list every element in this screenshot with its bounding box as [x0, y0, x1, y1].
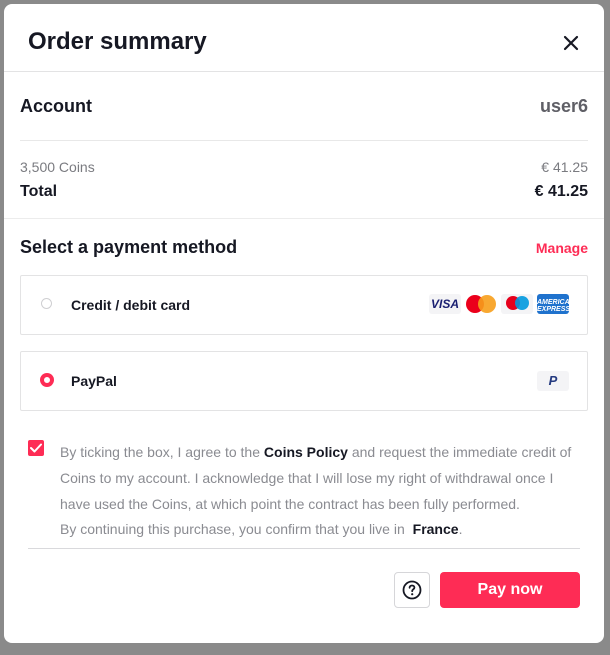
paypal-radio[interactable]	[40, 373, 54, 387]
footer-divider	[28, 548, 580, 549]
coins-policy-link[interactable]: Coins Policy	[264, 444, 348, 460]
payment-method-header: Select a payment method Manage	[20, 237, 588, 258]
country-confirmation: By continuing this purchase, you confirm…	[60, 521, 580, 537]
payment-option-card[interactable]: Credit / debit card VISA AMERICAN EXPRES…	[20, 275, 588, 335]
dialog-header: Order summary	[4, 4, 604, 72]
payment-method-title: Select a payment method	[20, 237, 238, 257]
card-radio[interactable]	[41, 298, 52, 309]
question-icon[interactable]	[394, 572, 430, 608]
dialog-title: Order summary	[28, 28, 207, 55]
total-line: Total € 41.25	[20, 183, 588, 201]
consent-text-start: By ticking the box, I agree to the	[60, 444, 264, 460]
consent-checkbox[interactable]	[28, 440, 44, 456]
total-label: Total	[20, 183, 58, 200]
close-icon[interactable]	[562, 34, 580, 52]
account-row: Account user6	[20, 72, 588, 141]
total-price: € 41.25	[534, 183, 588, 200]
account-username: user6	[539, 96, 588, 116]
consent-text: By ticking the box, I agree to the Coins…	[60, 439, 580, 517]
card-option-label: Credit / debit card	[71, 297, 191, 313]
consent-section: By ticking the box, I agree to the Coins…	[28, 439, 580, 537]
paypal-option-label: PayPal	[71, 373, 117, 389]
paypal-icon: P	[537, 371, 569, 391]
section-divider	[4, 218, 604, 219]
coins-amount: 3,500 Coins	[20, 159, 95, 175]
account-label: Account	[20, 96, 92, 116]
card-logos: VISA AMERICAN EXPRESS	[429, 294, 569, 314]
mastercard-icon	[465, 294, 497, 314]
order-summary-dialog: Order summary Account user6 3,500 Coins …	[4, 4, 604, 643]
payment-option-paypal[interactable]: PayPal P	[20, 351, 588, 411]
country-suffix: .	[458, 521, 463, 537]
pay-now-button[interactable]: Pay now	[440, 572, 580, 608]
manage-link[interactable]: Manage	[536, 240, 588, 256]
country-value: France	[412, 521, 459, 537]
amex-icon: AMERICAN EXPRESS	[537, 294, 569, 314]
price-summary: 3,500 Coins € 41.25 Total € 41.25	[20, 159, 588, 201]
maestro-icon	[501, 294, 533, 314]
visa-icon: VISA	[429, 294, 461, 314]
coins-line: 3,500 Coins € 41.25	[20, 159, 588, 175]
country-prefix: By continuing this purchase, you confirm…	[60, 521, 405, 537]
coins-price: € 41.25	[541, 159, 588, 175]
